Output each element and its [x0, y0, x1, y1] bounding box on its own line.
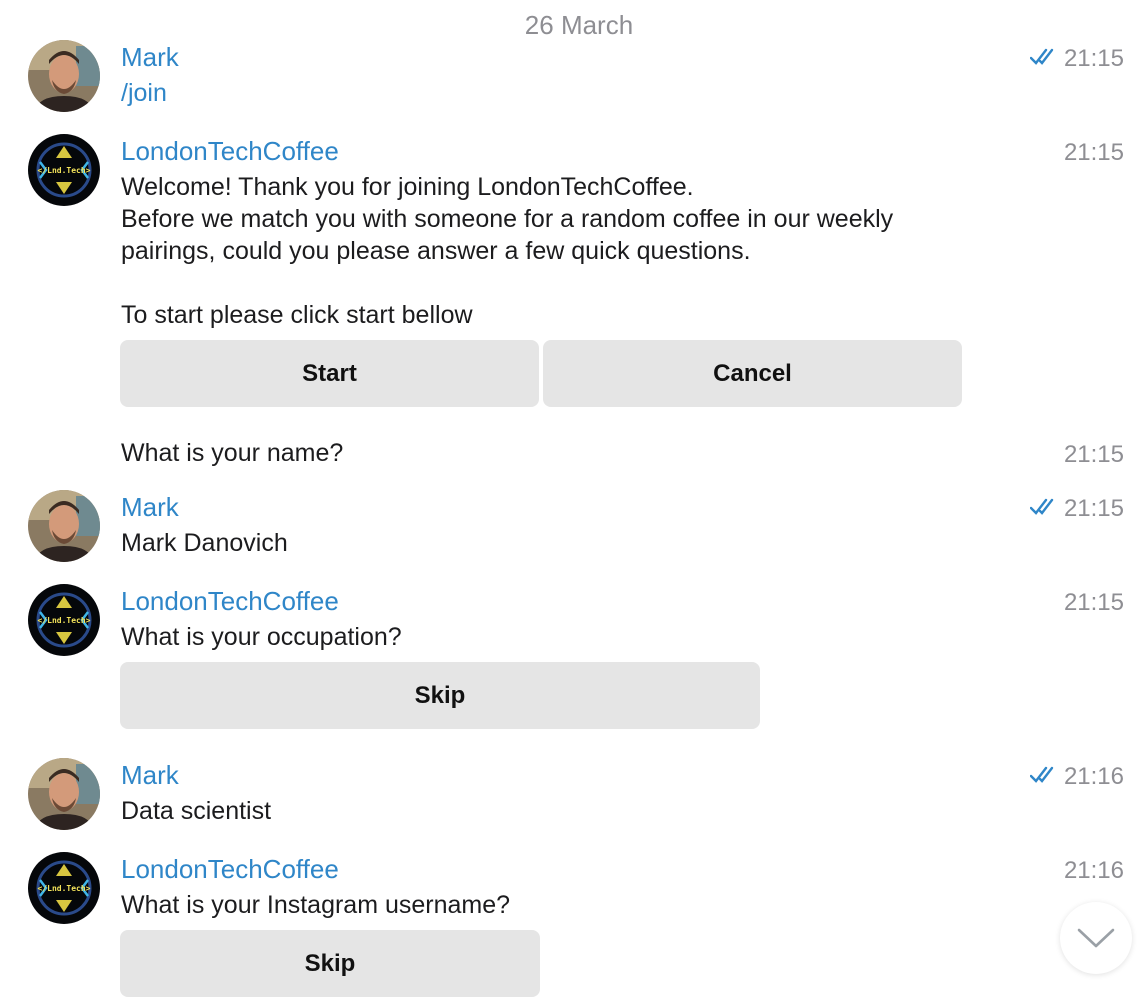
avatar-londontechcoffee[interactable]: </Lnd.Tech> — [28, 134, 100, 206]
avatar-mark[interactable] — [28, 758, 100, 830]
avatar-mark[interactable] — [28, 490, 100, 562]
message-text: What is your name? — [121, 439, 344, 467]
start-button[interactable]: Start — [120, 340, 539, 407]
message-time: 21:15 — [1063, 589, 1124, 616]
message-text: Data scientist — [121, 797, 272, 825]
message-time: 21:15 — [1063, 45, 1124, 72]
avatar-londontechcoffee[interactable]: </Lnd.Tech> — [28, 852, 100, 924]
message-line: Before we match you with someone for a r… — [121, 205, 894, 233]
message-line: pairings, could you please answer a few … — [121, 237, 751, 265]
user-avatar-icon — [28, 758, 100, 830]
skip-button[interactable]: Skip — [120, 662, 760, 729]
sender-name[interactable]: LondonTechCoffee — [121, 136, 339, 167]
command-link[interactable]: /join — [121, 77, 167, 109]
sender-name[interactable]: LondonTechCoffee — [121, 854, 339, 885]
sender-name[interactable]: LondonTechCoffee — [121, 586, 339, 617]
bot-logo-icon: </Lnd.Tech> — [28, 852, 100, 924]
sender-name[interactable]: Mark — [121, 760, 179, 791]
svg-text:</Lnd.Tech>: </Lnd.Tech> — [38, 616, 91, 625]
message-text: What is your occupation? — [121, 623, 402, 651]
user-avatar-icon — [28, 490, 100, 562]
bot-logo-icon: </Lnd.Tech> — [28, 134, 100, 206]
double-check-icon — [1030, 498, 1054, 515]
message-time: 21:16 — [1063, 857, 1124, 884]
avatar-londontechcoffee[interactable]: </Lnd.Tech> — [28, 584, 100, 656]
cancel-button[interactable]: Cancel — [543, 340, 962, 407]
bot-logo-icon: </Lnd.Tech> — [28, 584, 100, 656]
avatar-mark[interactable] — [28, 40, 100, 112]
message-line: Welcome! Thank you for joining LondonTec… — [121, 173, 694, 201]
svg-text:</Lnd.Tech>: </Lnd.Tech> — [38, 166, 91, 175]
sender-name[interactable]: Mark — [121, 42, 179, 73]
message-text: Mark Danovich — [121, 529, 288, 557]
message-time: 21:15 — [1063, 441, 1124, 468]
sender-name[interactable]: Mark — [121, 492, 179, 523]
message-text: What is your Instagram username? — [121, 891, 511, 919]
chevron-down-icon — [1077, 928, 1115, 948]
scroll-to-bottom-button[interactable] — [1060, 902, 1132, 974]
skip-button[interactable]: Skip — [120, 930, 540, 997]
message-line: To start please click start bellow — [121, 301, 473, 329]
message-time: 21:15 — [1063, 139, 1124, 166]
svg-text:</Lnd.Tech>: </Lnd.Tech> — [38, 884, 91, 893]
double-check-icon — [1030, 766, 1054, 783]
double-check-icon — [1030, 48, 1054, 65]
date-separator: 26 March — [524, 10, 634, 40]
user-avatar-icon — [28, 40, 100, 112]
message-time: 21:15 — [1063, 495, 1124, 522]
message-time: 21:16 — [1063, 763, 1124, 790]
chat-view[interactable]: 26 March Mark /join 21:15 </Lnd.Tech> Lo… — [0, 0, 1148, 1004]
